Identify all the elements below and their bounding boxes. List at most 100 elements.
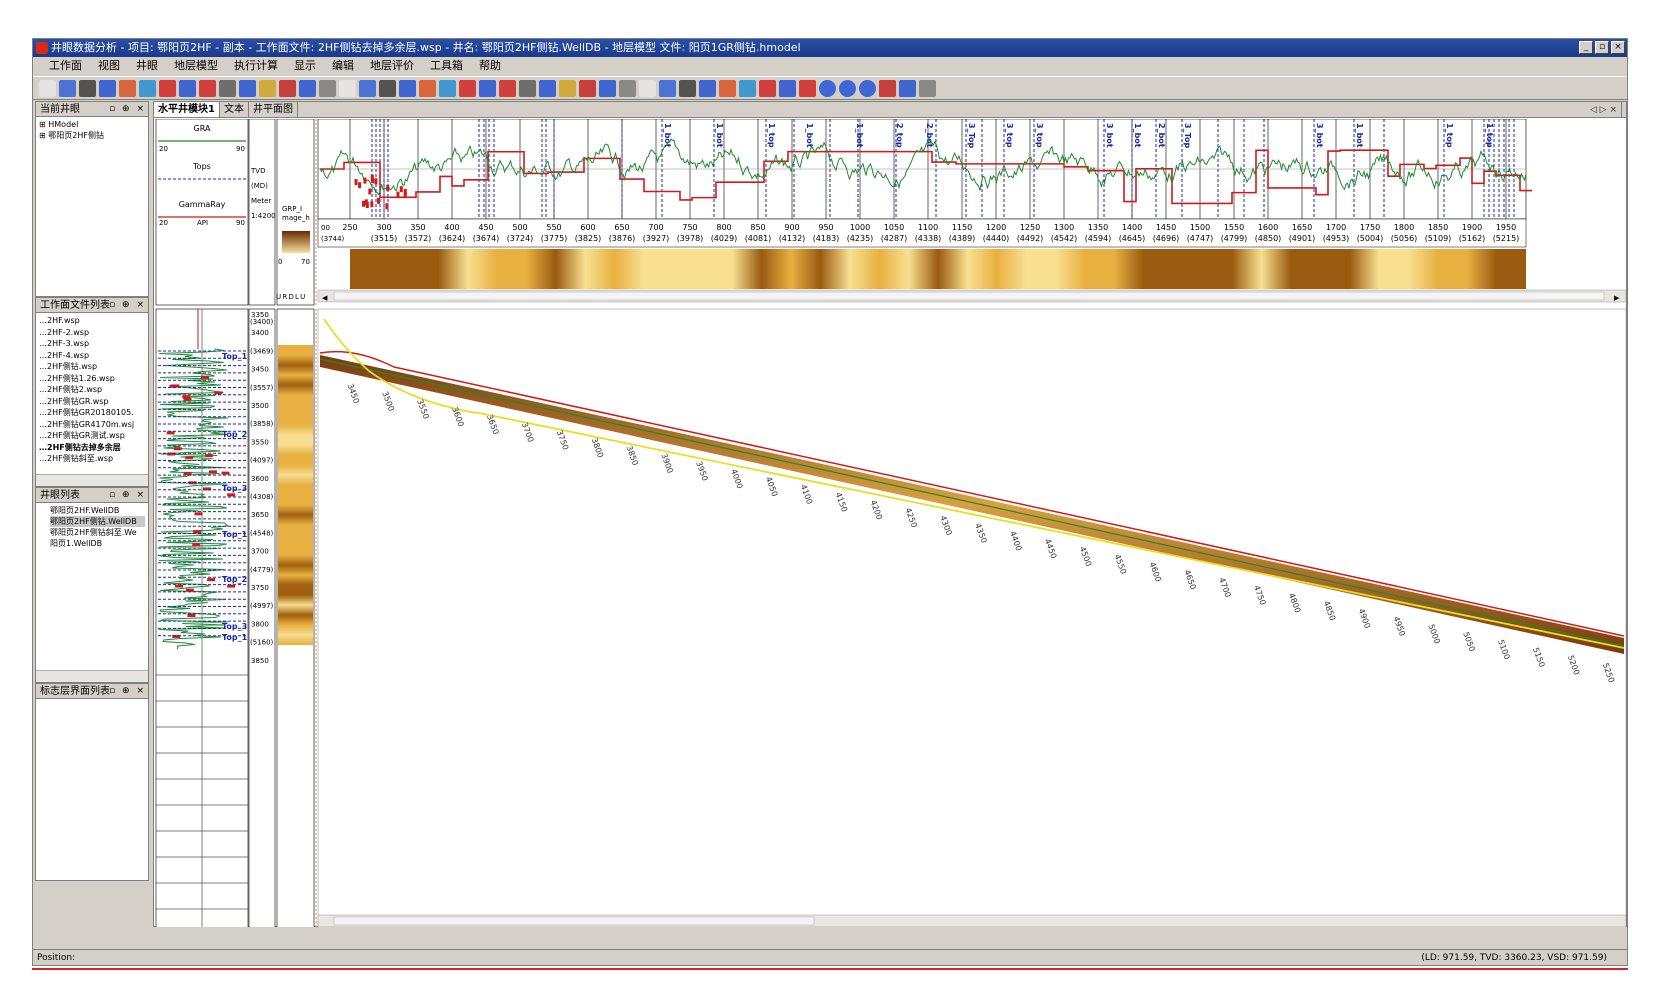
file-item[interactable]: …2HF侧钻GR.wsp bbox=[39, 396, 145, 408]
menu-help[interactable]: 帮助 bbox=[471, 57, 509, 75]
signal-icon[interactable] bbox=[119, 79, 136, 97]
menu-edit[interactable]: 编辑 bbox=[324, 57, 362, 75]
tool-j-icon[interactable] bbox=[679, 79, 696, 97]
track-icon[interactable] bbox=[159, 79, 176, 97]
grid-icon[interactable] bbox=[179, 79, 196, 97]
file-item[interactable]: …2HF侧钻GR4170m.wsj bbox=[39, 419, 145, 431]
tool-d-icon[interactable] bbox=[559, 79, 576, 97]
panel-controls[interactable]: ▫ ⊕ × bbox=[109, 684, 146, 699]
tool-h-icon[interactable] bbox=[639, 79, 656, 97]
formation-label: 3_Top bbox=[1183, 123, 1192, 148]
layer-icon[interactable] bbox=[379, 79, 396, 97]
tab-text[interactable]: 文本 bbox=[220, 102, 249, 117]
file-item[interactable]: …2HF-3.wsp bbox=[39, 338, 145, 350]
curve-icon[interactable] bbox=[519, 79, 536, 97]
scale-icon[interactable] bbox=[199, 79, 216, 97]
align-icon[interactable] bbox=[899, 79, 916, 97]
list-item[interactable]: 鄂阳页2HF侧钻.WellDB bbox=[50, 516, 145, 527]
refresh-icon[interactable] bbox=[879, 79, 896, 97]
menu-well[interactable]: 井眼 bbox=[128, 57, 166, 75]
menu-display[interactable]: 显示 bbox=[286, 57, 324, 75]
depth-md-tick: (3557) bbox=[250, 384, 274, 392]
tool-o-icon[interactable] bbox=[779, 79, 796, 97]
file-item[interactable]: …2HF-4.wsp bbox=[39, 350, 145, 362]
file-item[interactable]: …2HF侧钻GR测试.wsp bbox=[39, 430, 145, 442]
file-item[interactable]: …2HF侧钻斜至.wsp bbox=[39, 453, 145, 465]
tree-item[interactable]: ⊞ HModel bbox=[39, 119, 145, 130]
tool-g-icon[interactable] bbox=[619, 79, 636, 97]
tool-c-icon[interactable] bbox=[459, 79, 476, 97]
split-icon[interactable] bbox=[919, 79, 936, 97]
gr-fill bbox=[185, 588, 194, 592]
file-item[interactable]: …2HF侧钻2.wsp bbox=[39, 384, 145, 396]
restore-button[interactable]: ▫ bbox=[1595, 41, 1609, 54]
tool-b-icon[interactable] bbox=[439, 79, 456, 97]
delete-icon[interactable] bbox=[279, 79, 296, 97]
tab-nav-arrows[interactable]: ◁ ▷ × bbox=[1586, 102, 1622, 118]
file-item[interactable]: …2HF侧钻1.26.wsp bbox=[39, 373, 145, 385]
menu-view[interactable]: 视图 bbox=[90, 57, 128, 75]
file-item[interactable]: …2HF.wsp bbox=[39, 315, 145, 327]
print-icon[interactable] bbox=[79, 79, 96, 97]
menu-strat-model[interactable]: 地层模型 bbox=[166, 57, 226, 75]
tool-e-icon[interactable] bbox=[579, 79, 596, 97]
chart-icon[interactable] bbox=[99, 79, 116, 97]
marker-icon[interactable] bbox=[339, 79, 356, 97]
tool-k-icon[interactable] bbox=[699, 79, 716, 97]
horizontal-scrollbar[interactable] bbox=[36, 474, 148, 486]
redo-icon[interactable] bbox=[319, 79, 336, 97]
tool-l-icon[interactable] bbox=[719, 79, 736, 97]
panel-controls[interactable]: ▫ ⊕ × bbox=[109, 488, 146, 503]
tab-horizontal-well[interactable]: 水平井模块1 bbox=[154, 102, 220, 117]
save-icon[interactable] bbox=[59, 79, 76, 97]
text-icon[interactable] bbox=[499, 79, 516, 97]
tool-m-icon[interactable] bbox=[739, 79, 756, 97]
well-section-canvas[interactable]: GRA 20 90 Tops GammaRay 20 API 90 TVD (MD) Meter 1:… bbox=[154, 119, 1626, 927]
menu-workspace[interactable]: 工作面 bbox=[41, 57, 90, 75]
undo-icon[interactable] bbox=[299, 79, 316, 97]
tree-item[interactable]: ⊞ 鄂阳页2HF侧钻 bbox=[39, 130, 145, 141]
depth-md-tick: (4779) bbox=[250, 566, 274, 574]
zoom-reset-icon[interactable] bbox=[859, 79, 876, 97]
paste-icon[interactable] bbox=[259, 79, 276, 97]
copy-icon[interactable] bbox=[239, 79, 256, 97]
tst-icon[interactable] bbox=[479, 79, 496, 97]
flag-icon[interactable] bbox=[539, 79, 556, 97]
formation-label: 1_bot bbox=[1133, 123, 1142, 148]
list-item[interactable]: 鄂阳页2HF.WellDB bbox=[50, 505, 145, 516]
tool-a-icon[interactable] bbox=[419, 79, 436, 97]
minimize-button[interactable]: _ bbox=[1579, 41, 1593, 54]
file-item[interactable]: …2HF侧钻GR20180105. bbox=[39, 407, 145, 419]
cut-icon[interactable] bbox=[219, 79, 236, 97]
file-item[interactable]: …2HF-2.wsp bbox=[39, 327, 145, 339]
tool-n-icon[interactable] bbox=[759, 79, 776, 97]
list-item[interactable]: 阳页1.WellDB bbox=[50, 538, 145, 549]
hand-icon[interactable] bbox=[399, 79, 416, 97]
dip-icon[interactable] bbox=[799, 79, 816, 97]
formation-label: 3_Top bbox=[967, 123, 976, 148]
menu-toolbox[interactable]: 工具箱 bbox=[422, 57, 471, 75]
axis-tick-label: 650 bbox=[614, 223, 629, 232]
image-min: 0 bbox=[278, 258, 282, 266]
panel-controls[interactable]: ▫ ⊕ × bbox=[109, 102, 146, 117]
tab-well-plan[interactable]: 井平面图 bbox=[249, 102, 298, 117]
list-item[interactable]: 鄂阳页2HF侧钻斜至.We bbox=[50, 527, 145, 538]
formation-label: 3_top bbox=[1035, 123, 1044, 148]
panel-controls[interactable]: ▫ ⊕ × bbox=[109, 298, 146, 313]
image-name: GRP_I bbox=[282, 205, 302, 213]
file-item[interactable]: …2HF侧钻去掉多余层 bbox=[39, 442, 145, 454]
depth-tick: 3800 bbox=[251, 620, 269, 628]
tool-i-icon[interactable] bbox=[659, 79, 676, 97]
file-item[interactable]: …2HF侧钻.wsp bbox=[39, 361, 145, 373]
menu-evaluation[interactable]: 地层评价 bbox=[362, 57, 422, 75]
tool-f-icon[interactable] bbox=[599, 79, 616, 97]
menu-compute[interactable]: 执行计算 bbox=[226, 57, 286, 75]
gr-icon[interactable] bbox=[139, 79, 156, 97]
new-file-icon[interactable] bbox=[39, 79, 56, 97]
close-button[interactable]: × bbox=[1611, 41, 1625, 54]
top-marker-label: Top_1 bbox=[222, 352, 248, 361]
pick-icon[interactable] bbox=[359, 79, 376, 97]
zoom-out-icon[interactable] bbox=[839, 79, 856, 97]
zoom-in-icon[interactable] bbox=[819, 79, 836, 97]
horizontal-scrollbar[interactable] bbox=[36, 670, 148, 682]
